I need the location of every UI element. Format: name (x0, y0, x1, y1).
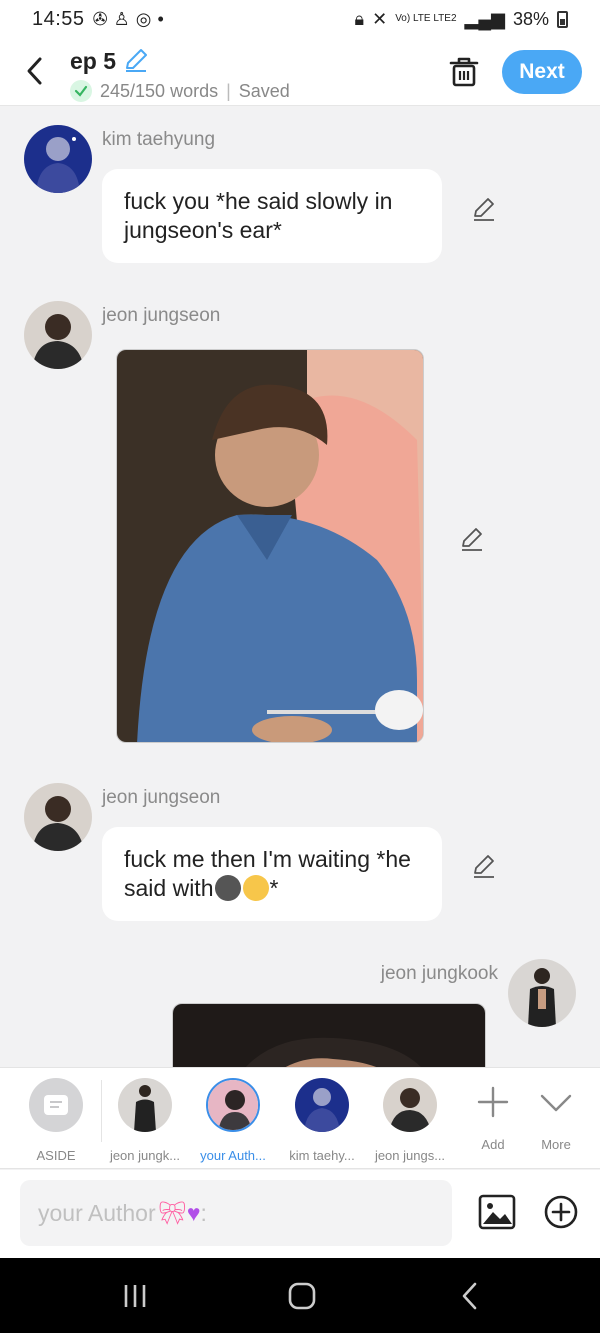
purple-heart-emoji: ♥ (186, 1199, 201, 1226)
mute-icon: ✕ (372, 8, 388, 29)
next-button[interactable]: Next (502, 50, 582, 94)
instagram-icon: ◎ (135, 8, 152, 29)
input-suffix: : (200, 1199, 207, 1226)
message-text-end: * (269, 875, 279, 901)
signal-icon: ▂▄▆ (464, 8, 505, 29)
input-placeholder: your Author (38, 1199, 156, 1226)
character-your-author[interactable]: your Auth... (190, 1078, 276, 1163)
avatar-jeon-jungseon[interactable] (24, 783, 92, 851)
edit-pencil-icon[interactable] (470, 195, 498, 223)
character-label: ASIDE (36, 1148, 76, 1163)
character-jeon-jungkook[interactable]: jeon jungk... (102, 1078, 188, 1163)
check-icon (70, 80, 92, 102)
home-icon[interactable] (286, 1280, 318, 1312)
notification-icons: ✇ ♙ ◎ • (93, 9, 164, 30)
author-name: jeon jungseon (102, 305, 221, 326)
avatar-kim-taehyung[interactable] (24, 125, 92, 193)
back-nav-icon[interactable] (455, 1280, 487, 1312)
message-image[interactable] (116, 349, 424, 743)
character-label: kim taehy... (289, 1148, 355, 1163)
avatar-jeon-jungseon[interactable] (24, 301, 92, 369)
composer: your Author 🎀︎ ♥ : (0, 1170, 600, 1258)
lock-icon: 🔒︎ (354, 8, 365, 29)
message-bubble[interactable]: fuck me then I'm waiting *he said with * (102, 827, 442, 921)
message-input[interactable]: your Author 🎀︎ ♥ : (20, 1180, 452, 1246)
add-circle-icon[interactable] (543, 1194, 579, 1230)
recent-apps-icon[interactable] (119, 1280, 151, 1312)
editor-header: ep 5 245/150 words | Saved Next (0, 38, 600, 106)
status-separator: | (226, 80, 231, 101)
chat-area: kim taehyung fuck you *he said slowly in… (0, 107, 600, 1067)
dot-icon: • (157, 8, 164, 29)
edit-pencil-icon[interactable] (470, 852, 498, 880)
trash-icon[interactable] (448, 54, 480, 88)
character-label: jeon jungs... (374, 1148, 446, 1163)
plus-icon (477, 1086, 509, 1118)
episode-title[interactable]: ep 5 (70, 48, 116, 75)
shutter-icon: ✇ (92, 8, 108, 29)
character-avatar (118, 1078, 172, 1132)
character-label: jeon jungk... (109, 1148, 181, 1163)
character-label: your Auth... (200, 1148, 266, 1163)
system-icons: 🔒︎ ✕ Vo) LTE LTE2 ▂▄▆ 38% (355, 9, 568, 30)
word-count: 245/150 words (100, 80, 219, 101)
saved-label: Saved (238, 80, 290, 101)
character-aside[interactable]: ASIDE (13, 1078, 99, 1163)
character-selector: ASIDE jeon jungk... your Auth... kim tae… (0, 1067, 600, 1169)
image-icon[interactable] (478, 1194, 516, 1230)
author-name: jeon jungseon (102, 787, 221, 808)
author-name: kim taehyung (102, 129, 216, 150)
battery-icon (557, 10, 568, 28)
avatar-jeon-jungkook[interactable] (508, 959, 576, 1027)
system-navigation-bar (0, 1258, 600, 1333)
edit-pencil-icon[interactable] (458, 525, 486, 553)
network-label: Vo) LTE LTE2 (395, 13, 457, 24)
character-avatar (295, 1078, 349, 1132)
more-button[interactable]: More (513, 1078, 599, 1152)
character-avatar (383, 1078, 437, 1132)
dark-moon-face-emoji (215, 875, 242, 901)
more-label: More (541, 1137, 571, 1152)
edit-title-pencil-icon[interactable] (122, 46, 150, 74)
character-jeon-jungseon[interactable]: jeon jungs... (367, 1078, 453, 1163)
battery-text: 38% (512, 8, 549, 29)
chevron-down-icon (540, 1094, 572, 1112)
status-bar: 14:55 ✇ ♙ ◎ • 🔒︎ ✕ Vo) LTE LTE2 ▂▄▆ 38% (0, 0, 600, 38)
message-bubble[interactable]: fuck you *he said slowly in jungseon's e… (102, 169, 442, 263)
aside-icon (29, 1078, 83, 1132)
save-status: 245/150 words | Saved (70, 80, 290, 102)
status-time: 14:55 (32, 7, 85, 30)
winking-tongue-face-emoji (243, 875, 270, 901)
character-avatar (206, 1078, 260, 1132)
character-kim-taehyung[interactable]: kim taehy... (279, 1078, 365, 1163)
author-name: jeon jungkook (380, 963, 498, 984)
ribbon-emoji: 🎀︎ (157, 1199, 187, 1226)
person-icon: ♙ (113, 8, 130, 29)
back-arrow-icon[interactable] (22, 54, 48, 88)
message-image[interactable] (172, 1003, 486, 1067)
